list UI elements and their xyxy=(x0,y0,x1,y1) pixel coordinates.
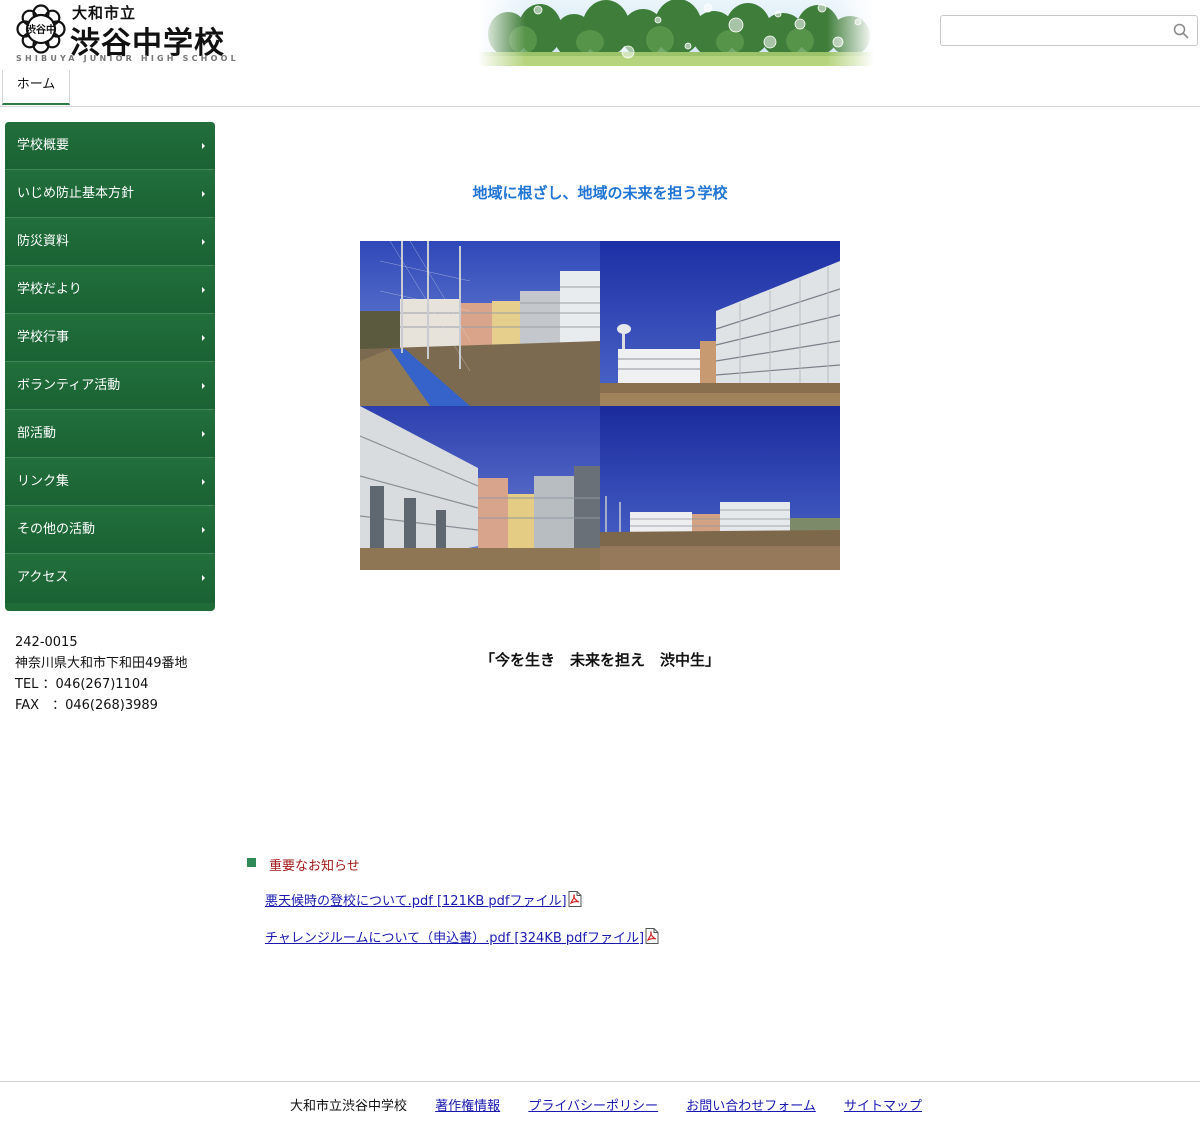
notice-link-challenge-room[interactable]: チャレンジルームについて（申込書）.pdf [324KB pdfファイル] xyxy=(265,927,659,946)
footer-link-privacy-policy[interactable]: プライバシーポリシー xyxy=(528,1099,658,1114)
sidebar-item-school-newsletter[interactable]: 学校だより xyxy=(5,266,215,314)
footer-link-copyright[interactable]: 著作権情報 xyxy=(435,1099,500,1114)
site-footer: 大和市立渋谷中学校 著作権情報 プライバシーポリシー お問い合わせフォーム サイ… xyxy=(0,1081,1200,1126)
notice-link-label: チャレンジルームについて（申込書）.pdf [324KB pdfファイル] xyxy=(265,931,645,946)
search-box[interactable] xyxy=(940,15,1198,46)
school-logo[interactable]: 渋谷中 大和市立 渋谷中学校 SHIBUYA JUNIOR HIGH SCHOO… xyxy=(14,2,236,64)
school-photo-wide-field xyxy=(600,406,840,570)
site-header: 渋谷中 大和市立 渋谷中学校 SHIBUYA JUNIOR HIGH SCHOO… xyxy=(0,0,1200,70)
sidebar-item-label: アクセス xyxy=(17,570,69,585)
school-photo-field xyxy=(360,241,600,406)
sidebar-item-anti-bullying-policy[interactable]: いじめ防止基本方針 xyxy=(5,170,215,218)
chevron-right-icon xyxy=(202,431,205,437)
footer-links: 大和市立渋谷中学校 著作権情報 プライバシーポリシー お問い合わせフォーム サイ… xyxy=(290,1095,946,1114)
sidebar-item-other-activities[interactable]: その他の活動 xyxy=(5,506,215,554)
postal-code: 242-0015 xyxy=(15,635,78,650)
header-banner-image xyxy=(478,0,874,66)
footer-link-sitemap[interactable]: サイトマップ xyxy=(844,1099,922,1114)
footer-school-name: 大和市立渋谷中学校 xyxy=(290,1099,408,1114)
sidebar-item-label: 学校概要 xyxy=(17,138,70,153)
school-slogan: 「今を生き 未来を担え 渋中生」 xyxy=(479,651,720,669)
sidebar-item-access[interactable]: アクセス xyxy=(5,554,215,603)
sidebar-item-school-overview[interactable]: 学校概要 xyxy=(5,122,215,170)
sidebar-item-label: 学校行事 xyxy=(17,330,70,345)
sidebar-item-school-events[interactable]: 学校行事 xyxy=(5,314,215,362)
footer-link-contact-form[interactable]: お問い合わせフォーム xyxy=(686,1099,816,1114)
sidebar-item-disaster-prevention[interactable]: 防災資料 xyxy=(5,218,215,266)
school-emblem-icon: 渋谷中 xyxy=(16,4,66,54)
school-address: 242-0015 神奈川県大和市下和田49番地 TEL ：046(267)110… xyxy=(15,632,188,716)
sidebar-item-label: 学校だより xyxy=(17,282,82,297)
chevron-right-icon xyxy=(202,527,205,533)
sidebar-item-label: 防災資料 xyxy=(17,234,70,249)
global-nav: ホーム xyxy=(0,70,1200,107)
chevron-right-icon xyxy=(202,383,205,389)
sidebar-item-club-activities[interactable]: 部活動 xyxy=(5,410,215,458)
school-photo-building-east xyxy=(600,241,840,406)
important-notices-heading: 重要なお知らせ xyxy=(269,859,360,874)
school-photo-courtyard xyxy=(360,406,600,570)
notice-link-label: 悪天候時の登校について.pdf [121KB pdfファイル] xyxy=(265,894,567,909)
tab-home[interactable]: ホーム xyxy=(2,70,70,105)
chevron-right-icon xyxy=(202,143,205,149)
pdf-file-icon xyxy=(568,891,582,907)
sidebar-item-label: ボランティア活動 xyxy=(17,378,121,393)
sidebar-item-label: 部活動 xyxy=(17,426,57,441)
logo-english-name: SHIBUYA JUNIOR HIGH SCHOOL xyxy=(16,54,239,63)
telephone: TEL ：046(267)1104 xyxy=(15,677,149,692)
sidebar-item-links[interactable]: リンク集 xyxy=(5,458,215,506)
sidebar-menu: 学校概要 いじめ防止基本方針 防災資料 学校だより 学校行事 ボランティア活動 … xyxy=(5,122,215,611)
sidebar-item-volunteer[interactable]: ボランティア活動 xyxy=(5,362,215,410)
chevron-right-icon xyxy=(202,575,205,581)
search-input[interactable] xyxy=(947,17,1173,46)
chevron-right-icon xyxy=(202,239,205,245)
sidebar-item-label: いじめ防止基本方針 xyxy=(17,186,135,201)
chevron-right-icon xyxy=(202,479,205,485)
street-address: 神奈川県大和市下和田49番地 xyxy=(15,656,188,671)
chevron-right-icon xyxy=(202,287,205,293)
chevron-right-icon xyxy=(202,191,205,197)
emblem-text: 渋谷中 xyxy=(26,23,56,36)
chevron-right-icon xyxy=(202,335,205,341)
fax: FAX ：046(268)3989 xyxy=(15,698,158,713)
notice-bullet-icon xyxy=(247,858,256,867)
sidebar-item-label: リンク集 xyxy=(17,474,70,489)
pdf-file-icon xyxy=(645,928,659,944)
sidebar-item-label: その他の活動 xyxy=(17,522,96,537)
school-tagline: 地域に根ざし、地域の未来を担う学校 xyxy=(472,184,728,202)
notice-link-bad-weather[interactable]: 悪天候時の登校について.pdf [121KB pdfファイル] xyxy=(265,890,582,909)
school-photo-collage xyxy=(360,241,840,570)
search-icon[interactable] xyxy=(1173,23,1189,39)
